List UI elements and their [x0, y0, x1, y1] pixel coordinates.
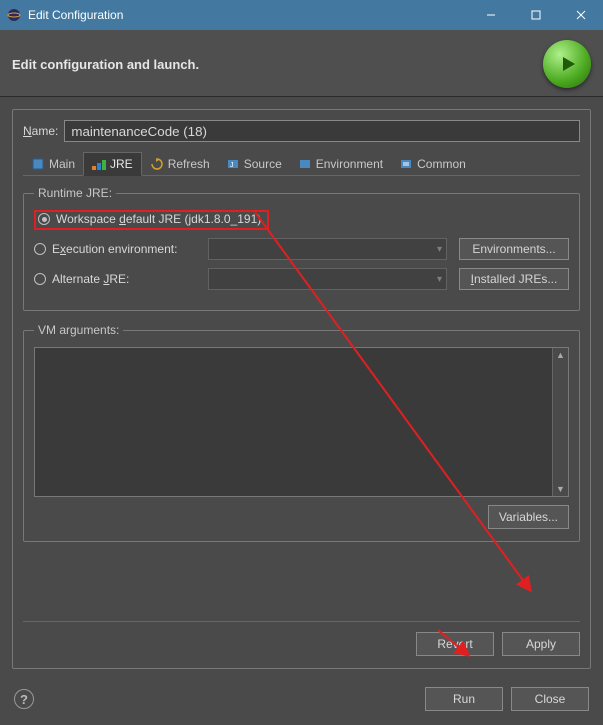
alternate-jre-radio[interactable]: [34, 273, 46, 285]
workspace-default-highlight: Workspace default JRE (jdk1.8.0_191): [34, 210, 269, 230]
execution-env-radio[interactable]: [34, 243, 46, 255]
dialog-button-row: ? Run Close: [0, 681, 603, 725]
tab-common[interactable]: Common: [391, 152, 474, 175]
execution-env-combo[interactable]: ▾: [208, 238, 447, 260]
name-label: Name:: [23, 124, 58, 138]
alternate-jre-row: Alternate JRE: ▾ Installed JREs...: [34, 268, 569, 290]
tab-jre[interactable]: JRE: [83, 152, 142, 176]
close-button[interactable]: [558, 0, 603, 30]
variables-row: Variables...: [34, 505, 569, 529]
revert-button[interactable]: Revert: [416, 632, 494, 656]
refresh-tab-icon: [150, 157, 164, 171]
workspace-default-radio[interactable]: [38, 213, 50, 225]
tab-refresh[interactable]: Refresh: [142, 152, 218, 175]
run-button[interactable]: Run: [425, 687, 503, 711]
tab-environment-label: Environment: [316, 157, 383, 171]
workspace-default-label[interactable]: Workspace default JRE (jdk1.8.0_191): [56, 212, 261, 226]
title-bar: Edit Configuration: [0, 0, 603, 30]
name-input[interactable]: [64, 120, 580, 142]
dialog-header: Edit configuration and launch.: [0, 30, 603, 97]
minimize-button[interactable]: [468, 0, 513, 30]
vm-arguments-legend: VM arguments:: [34, 323, 123, 337]
workspace-default-row: Workspace default JRE (jdk1.8.0_191): [34, 210, 569, 230]
alternate-jre-label[interactable]: Alternate JRE:: [52, 272, 202, 286]
source-tab-icon: J: [226, 157, 240, 171]
environments-button[interactable]: Environments...: [459, 238, 569, 260]
alternate-jre-combo[interactable]: ▾: [208, 268, 447, 290]
tab-source[interactable]: J Source: [218, 152, 290, 175]
tab-common-label: Common: [417, 157, 466, 171]
close-dialog-button[interactable]: Close: [511, 687, 589, 711]
dialog-subtitle: Edit configuration and launch.: [12, 57, 543, 72]
common-tab-icon: [399, 157, 413, 171]
name-row: Name:: [23, 120, 580, 142]
vm-arguments-textarea[interactable]: ▲ ▼: [34, 347, 569, 497]
jre-tab-icon: [92, 157, 106, 171]
eclipse-icon: [6, 7, 22, 23]
installed-jres-button[interactable]: Installed JREs...: [459, 268, 569, 290]
environment-tab-icon: [298, 157, 312, 171]
tab-environment[interactable]: Environment: [290, 152, 391, 175]
window-title: Edit Configuration: [28, 8, 468, 22]
tab-main[interactable]: Main: [23, 152, 83, 175]
tab-main-label: Main: [49, 157, 75, 171]
tab-jre-label: JRE: [110, 157, 133, 171]
main-tab-icon: [31, 157, 45, 171]
maximize-button[interactable]: [513, 0, 558, 30]
execution-env-row: Execution environment: ▾ Environments...: [34, 238, 569, 260]
svg-text:J: J: [230, 162, 234, 169]
tab-source-label: Source: [244, 157, 282, 171]
execution-env-label[interactable]: Execution environment:: [52, 242, 202, 256]
config-panel: Name: Main JRE Refresh J Source: [12, 109, 591, 669]
runtime-jre-legend: Runtime JRE:: [34, 186, 116, 200]
panel-button-row: Revert Apply: [23, 621, 580, 656]
tab-refresh-label: Refresh: [168, 157, 210, 171]
scroll-down-icon: ▼: [556, 484, 565, 494]
scroll-up-icon: ▲: [556, 350, 565, 360]
variables-button[interactable]: Variables...: [488, 505, 569, 529]
vm-scrollbar[interactable]: ▲ ▼: [552, 348, 568, 496]
help-icon[interactable]: ?: [14, 689, 34, 709]
vm-arguments-group: VM arguments: ▲ ▼ Variables...: [23, 323, 580, 542]
apply-button[interactable]: Apply: [502, 632, 580, 656]
runtime-jre-group: Runtime JRE: Workspace default JRE (jdk1…: [23, 186, 580, 311]
window-controls: [468, 0, 603, 30]
tab-bar: Main JRE Refresh J Source Environment: [23, 152, 580, 176]
run-large-icon: [543, 40, 591, 88]
